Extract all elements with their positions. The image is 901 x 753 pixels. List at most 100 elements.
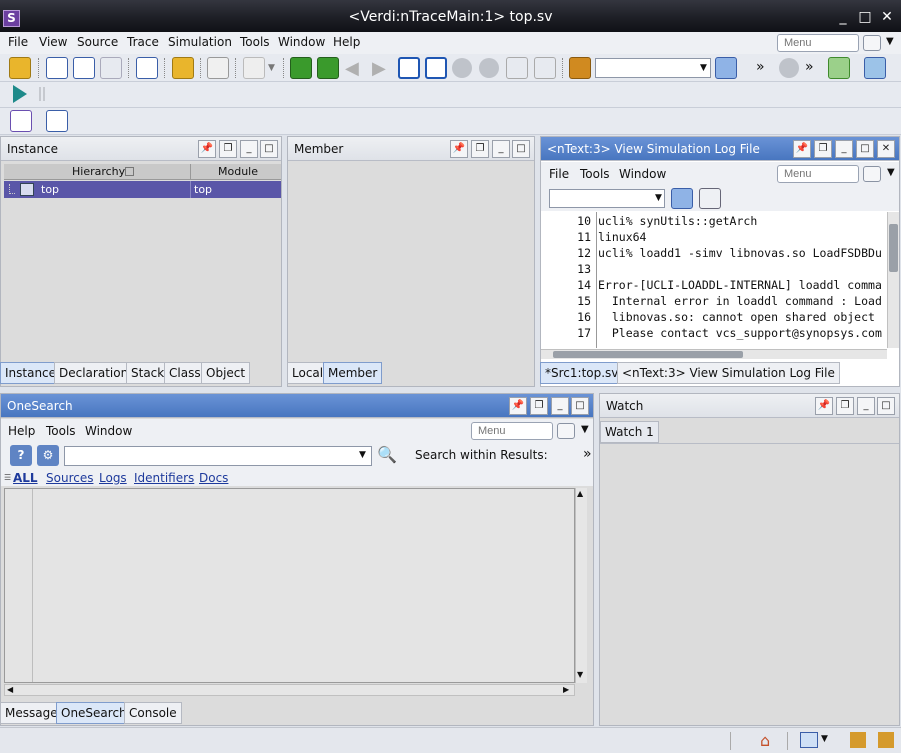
back-arrow-icon[interactable]: ◀ — [345, 58, 359, 79]
onesearch-menu-window[interactable]: Window — [85, 424, 132, 438]
bookmark-icon[interactable] — [569, 57, 591, 79]
pin-icon[interactable]: 📌 — [793, 140, 811, 158]
log-find-advanced-icon[interactable] — [699, 188, 721, 209]
onesearch-menu-tools[interactable]: Tools — [46, 424, 76, 438]
tab-console[interactable]: Console — [124, 702, 182, 724]
down-arrow-icon[interactable] — [479, 58, 499, 78]
tab-instance[interactable]: Instance — [0, 362, 62, 384]
search-magnifier-icon[interactable]: 🔍 — [377, 445, 397, 464]
schematic-icon[interactable] — [73, 57, 95, 79]
log-find-combo[interactable] — [549, 189, 665, 208]
column-menu-icon[interactable] — [125, 167, 134, 176]
pin-icon[interactable]: 📌 — [450, 140, 468, 158]
connect-icon[interactable] — [506, 57, 528, 79]
onesearch-overflow-icon[interactable]: » — [583, 446, 592, 462]
pause-icon[interactable] — [39, 87, 45, 101]
layout-icon[interactable] — [864, 57, 886, 79]
waveform-icon[interactable] — [46, 57, 68, 79]
tab-declaration[interactable]: Declaration — [54, 362, 134, 384]
log-menu-window[interactable]: Window — [619, 167, 666, 181]
onesearch-menu-search-input[interactable] — [471, 422, 553, 440]
onesearch-results-area[interactable] — [4, 488, 575, 683]
column-module[interactable]: Module — [218, 165, 258, 178]
onesearch-input-dropdown-icon[interactable]: ▼ — [359, 450, 366, 460]
panel-maximize-icon[interactable]: □ — [877, 397, 895, 415]
panel-maximize-icon[interactable]: □ — [260, 140, 278, 158]
maximize-button[interactable]: □ — [857, 9, 873, 25]
onesearch-input[interactable] — [64, 446, 372, 466]
search-combo[interactable] — [595, 58, 711, 78]
filter-identifiers[interactable]: Identifiers — [134, 471, 194, 485]
scroll-thumb[interactable] — [553, 351, 743, 358]
menu-tools[interactable]: Tools — [240, 35, 270, 49]
menu-source[interactable]: Source — [77, 35, 118, 49]
pin-icon[interactable]: 📌 — [509, 397, 527, 415]
panel-minimize-icon[interactable]: _ — [551, 397, 569, 415]
log-text-area[interactable]: 10 ucli% synUtils::getArch 11 linux64 12 ucli… — [541, 212, 887, 348]
trace-load-icon[interactable] — [290, 57, 312, 79]
menu-search-dropdown-icon[interactable]: ▼ — [886, 36, 894, 47]
tab-message[interactable]: Message — [0, 702, 63, 724]
undock-icon[interactable]: ❐ — [219, 140, 237, 158]
toolbar-overflow-icon[interactable]: » — [756, 59, 765, 75]
assertion-icon[interactable] — [10, 110, 32, 132]
tab-watch-1[interactable]: Watch 1 — [600, 421, 659, 443]
toolbar-overflow-2-icon[interactable]: » — [805, 59, 814, 75]
panel-minimize-icon[interactable]: _ — [240, 140, 258, 158]
trace-driver-icon[interactable] — [317, 57, 339, 79]
column-divider[interactable] — [190, 164, 191, 180]
zoom-view-icon[interactable] — [46, 110, 68, 132]
filter-logs[interactable]: Logs — [99, 471, 127, 485]
e-icon[interactable] — [779, 58, 799, 78]
paste-dropdown-icon[interactable]: ▼ — [268, 63, 275, 73]
tab-local[interactable]: Local — [287, 362, 329, 384]
tab-onesearch[interactable]: OneSearch — [56, 702, 132, 724]
load-l-icon[interactable] — [425, 57, 447, 79]
search-combo-dropdown-icon[interactable]: ▼ — [700, 63, 707, 73]
table-row[interactable]: top top — [4, 181, 281, 198]
log-search-dropdown-icon[interactable]: ▼ — [887, 167, 895, 178]
hierarchy-icon[interactable] — [100, 57, 122, 79]
log-menu-tools[interactable]: Tools — [580, 167, 610, 181]
panel-minimize-icon[interactable]: _ — [835, 140, 853, 158]
column-hierarchy[interactable]: Hierarchy — [72, 165, 125, 178]
onesearch-menu-dropdown-icon[interactable]: ▼ — [581, 424, 589, 435]
tab-stack[interactable]: Stack — [126, 362, 170, 384]
tab-object[interactable]: Object — [201, 362, 251, 384]
scroll-down-icon[interactable]: ▼ — [577, 670, 583, 679]
tab-src1-top-sv[interactable]: *Src1:top.sv — [540, 362, 624, 384]
results-horizontal-scrollbar[interactable]: ◀ ▶ — [4, 684, 575, 696]
log-menu-search-input[interactable] — [777, 165, 859, 183]
add-signal-icon[interactable] — [828, 57, 850, 79]
log-vertical-scrollbar[interactable] — [887, 212, 899, 348]
log-menu-file[interactable]: File — [549, 167, 569, 181]
fsm-icon[interactable] — [136, 57, 158, 79]
menu-simulation[interactable]: Simulation — [168, 35, 232, 49]
log-find-icon[interactable] — [671, 188, 693, 209]
log-search-icon[interactable] — [863, 166, 881, 182]
undock-icon[interactable]: ❐ — [814, 140, 832, 158]
scroll-up-icon[interactable]: ▲ — [577, 489, 583, 498]
menu-window[interactable]: Window — [278, 35, 325, 49]
tab-class[interactable]: Class — [164, 362, 206, 384]
onesearch-menu-search-icon[interactable] — [557, 423, 575, 439]
filter-docs[interactable]: Docs — [199, 471, 228, 485]
panel-maximize-icon[interactable]: □ — [856, 140, 874, 158]
find-icon[interactable] — [715, 57, 737, 79]
scroll-right-icon[interactable]: ▶ — [563, 685, 569, 694]
run-play-icon[interactable] — [13, 85, 27, 103]
tab-simulation-log[interactable]: <nText:3> View Simulation Log File — [617, 362, 840, 384]
onesearch-menu-help[interactable]: Help — [8, 424, 35, 438]
menu-trace[interactable]: Trace — [127, 35, 159, 49]
settings-gear-icon[interactable]: ⚙ — [37, 445, 59, 466]
menu-search-input[interactable] — [777, 34, 859, 52]
filter-sources[interactable]: Sources — [46, 471, 93, 485]
tab-member[interactable]: Member — [323, 362, 383, 384]
layout-switch-icon[interactable] — [800, 732, 818, 748]
panel-close-icon[interactable]: ✕ — [877, 140, 895, 158]
pin-icon[interactable]: 📌 — [815, 397, 833, 415]
edit-icon[interactable] — [207, 57, 229, 79]
close-button[interactable]: ✕ — [879, 9, 895, 25]
log-horizontal-scrollbar[interactable] — [541, 349, 887, 359]
panel-maximize-icon[interactable]: □ — [571, 397, 589, 415]
